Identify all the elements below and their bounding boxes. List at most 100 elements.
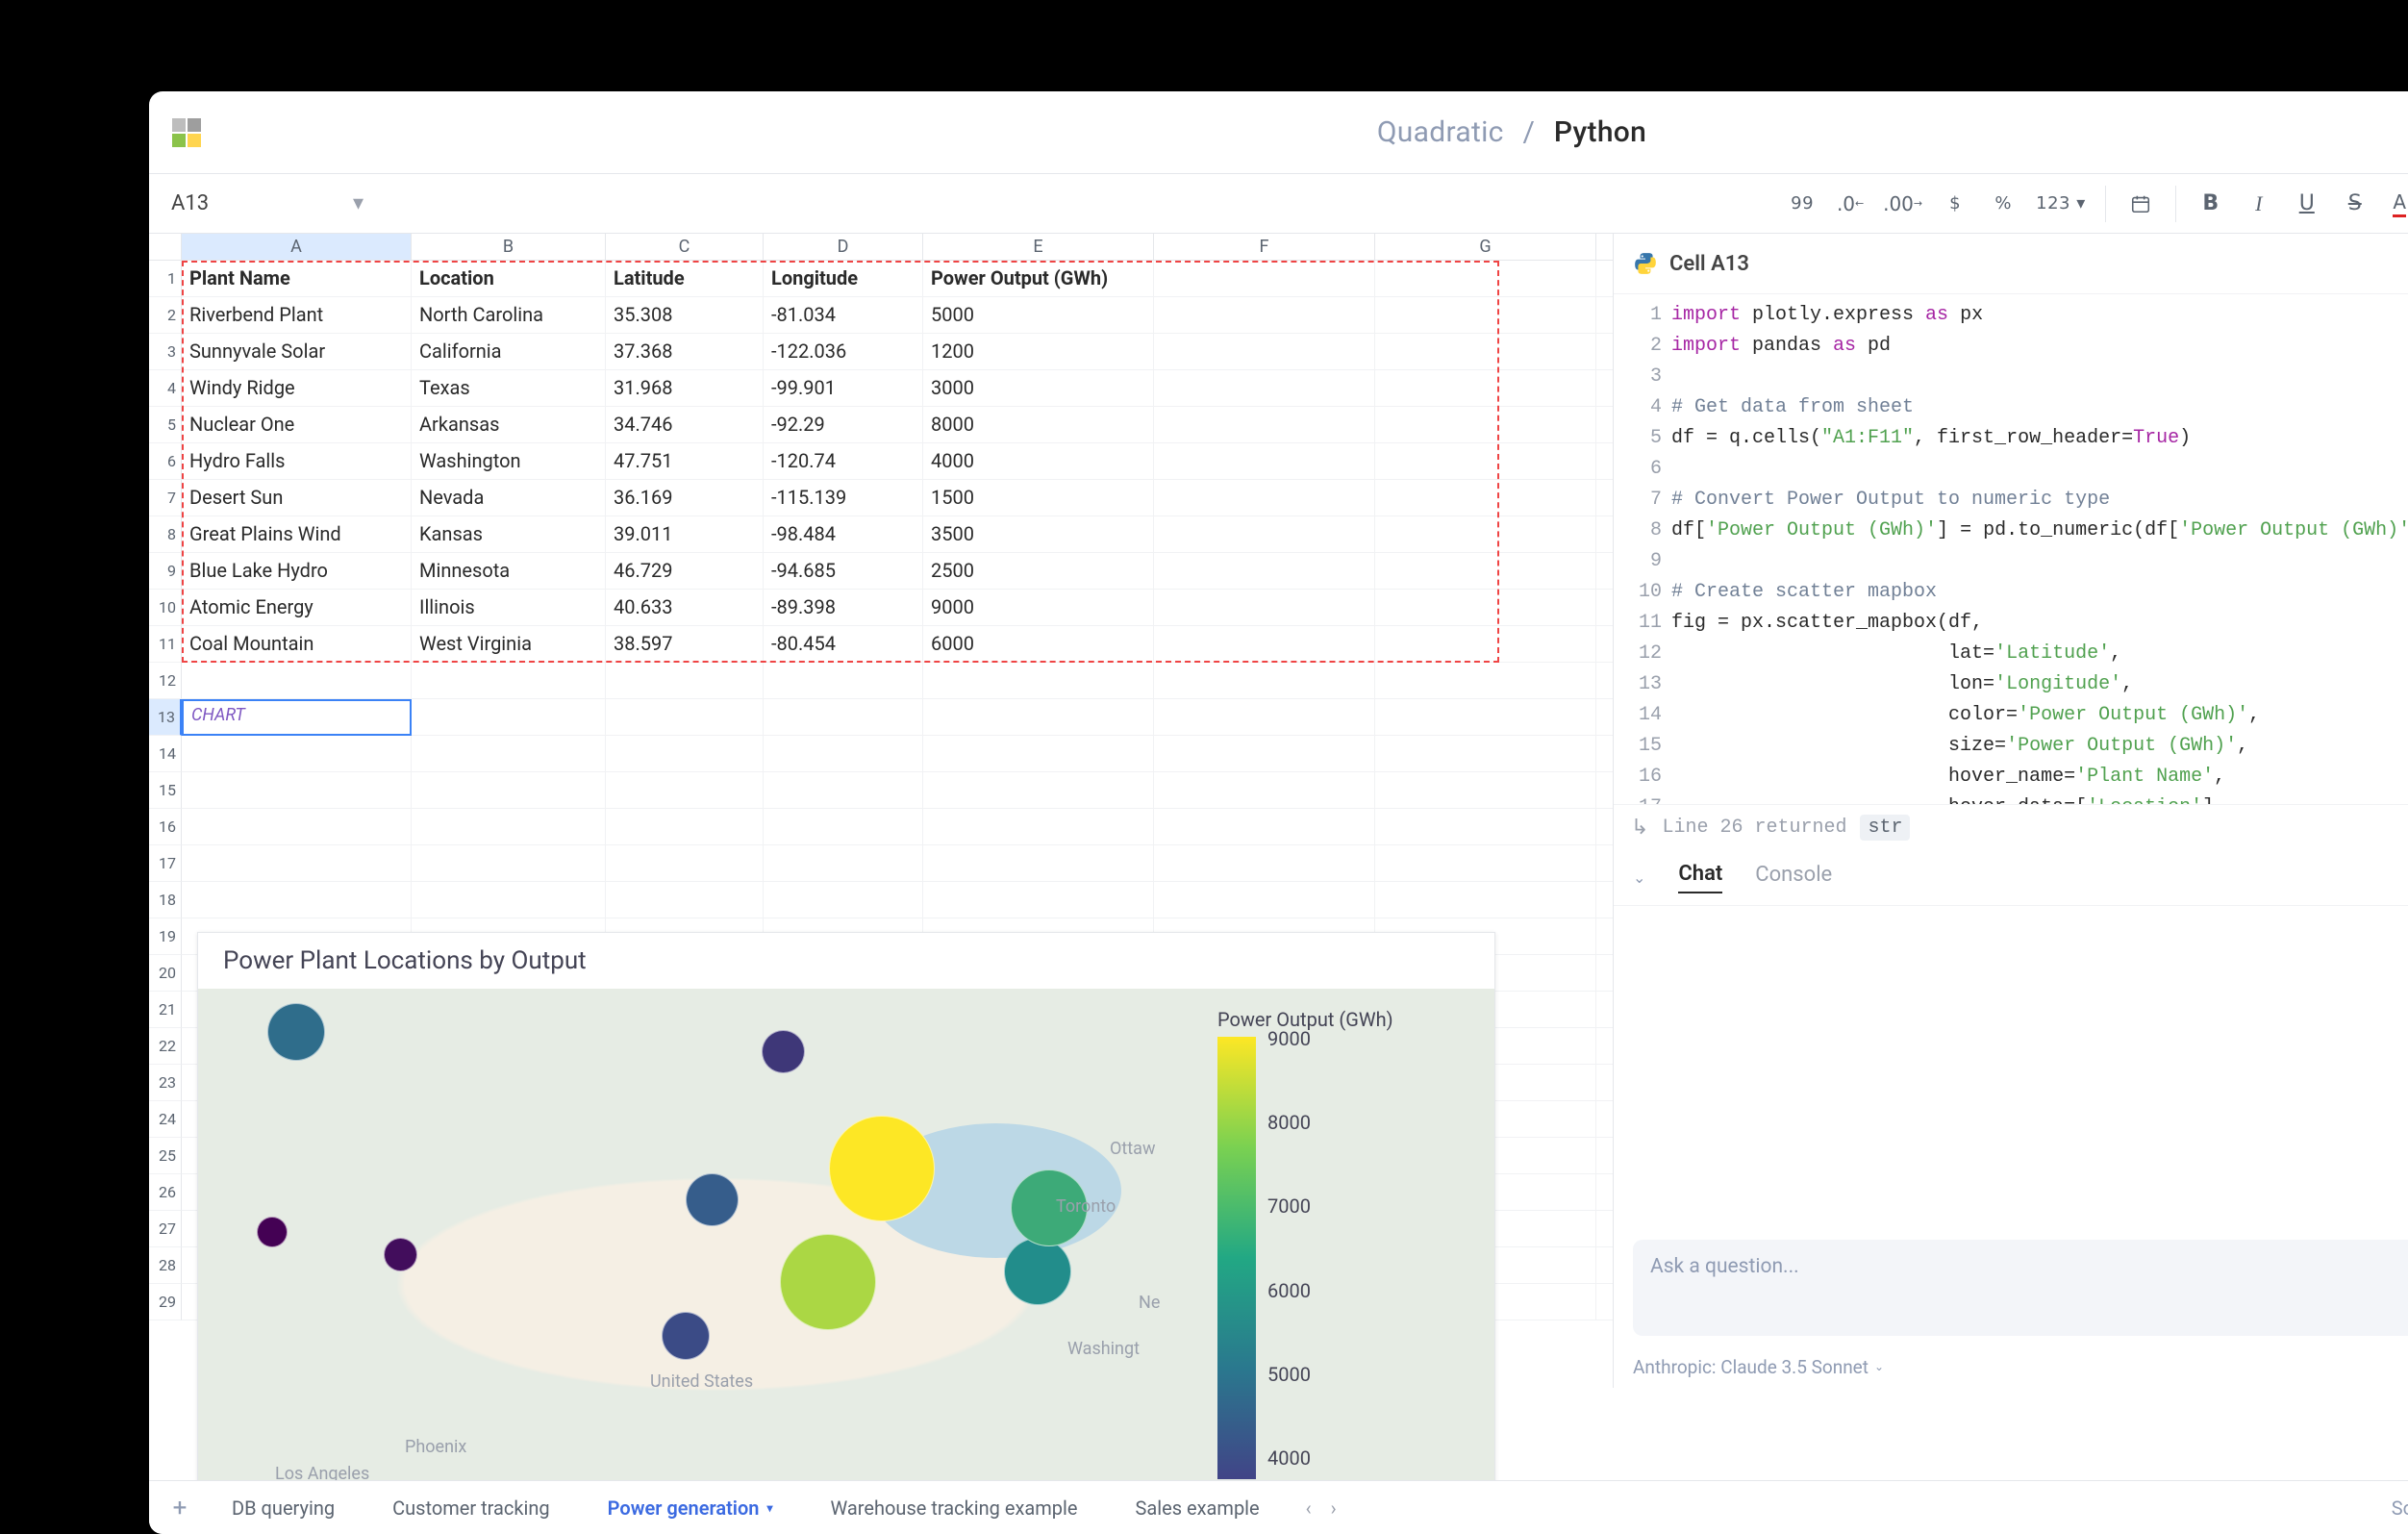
map-bubble[interactable]	[829, 1116, 935, 1221]
row-header[interactable]: 20	[149, 955, 182, 992]
cell[interactable]: 5000	[923, 297, 1154, 333]
cell[interactable]	[764, 845, 923, 881]
row-header[interactable]: 10	[149, 590, 182, 626]
table-row[interactable]	[182, 663, 1613, 699]
code-editor[interactable]: 1234567891011121314151617 import plotly.…	[1614, 294, 2408, 804]
cell[interactable]: -92.29	[764, 407, 923, 442]
chart-output[interactable]: Power Plant Locations by Output OttawTor…	[197, 932, 1495, 1509]
cell[interactable]	[1154, 736, 1375, 771]
cell[interactable]	[1154, 334, 1375, 369]
cell[interactable]: -115.139	[764, 480, 923, 516]
cell[interactable]	[182, 845, 412, 881]
row-header[interactable]: 8	[149, 516, 182, 553]
chat-input[interactable]: Ask a question...	[1633, 1240, 2408, 1336]
scroll-tabs-left[interactable]: ‹	[1306, 1496, 1312, 1520]
italic-button[interactable]: I	[2238, 183, 2280, 225]
cell[interactable]: Arkansas	[412, 407, 606, 442]
scroll-tabs-right[interactable]: ›	[1331, 1496, 1337, 1520]
add-sheet-button[interactable]: +	[157, 1494, 203, 1522]
cell[interactable]: 46.729	[606, 553, 764, 589]
row-header[interactable]: 26	[149, 1174, 182, 1211]
cell[interactable]	[764, 809, 923, 844]
cell[interactable]: 3000	[923, 370, 1154, 406]
quadratic-logo[interactable]	[172, 118, 201, 147]
table-row[interactable]: Hydro FallsWashington47.751-120.744000	[182, 443, 1613, 480]
namebox-dropdown-icon[interactable]: ▾	[353, 191, 364, 215]
cell[interactable]: Kansas	[412, 516, 606, 552]
cell[interactable]	[1375, 845, 1596, 881]
cell[interactable]	[182, 736, 412, 771]
cell[interactable]	[606, 882, 764, 918]
cell[interactable]: Plant Name	[182, 261, 412, 296]
cell[interactable]	[1154, 297, 1375, 333]
cell[interactable]: 47.751	[606, 443, 764, 479]
format-date-button[interactable]	[2120, 183, 2162, 225]
cell[interactable]	[182, 809, 412, 844]
cell[interactable]: Windy Ridge	[182, 370, 412, 406]
cell[interactable]	[606, 663, 764, 698]
cell[interactable]: 36.169	[606, 480, 764, 516]
row-header[interactable]: 9	[149, 553, 182, 590]
row-header[interactable]: 28	[149, 1247, 182, 1284]
cell[interactable]	[606, 809, 764, 844]
table-row[interactable]: Atomic EnergyIllinois40.633-89.3989000	[182, 590, 1613, 626]
cell[interactable]	[923, 736, 1154, 771]
cell[interactable]: 8000	[923, 407, 1154, 442]
cell[interactable]	[182, 882, 412, 918]
cell[interactable]: Power Output (GWh)	[923, 261, 1154, 296]
cell[interactable]	[412, 882, 606, 918]
strikethrough-button[interactable]: S	[2334, 183, 2376, 225]
cell[interactable]: 35.308	[606, 297, 764, 333]
cell[interactable]	[1154, 590, 1375, 625]
cell[interactable]	[1154, 626, 1375, 662]
cell[interactable]	[1154, 845, 1375, 881]
cell[interactable]: Latitude	[606, 261, 764, 296]
row-header[interactable]: 6	[149, 443, 182, 480]
cell[interactable]	[606, 845, 764, 881]
cell[interactable]	[923, 772, 1154, 808]
cell[interactable]	[1154, 663, 1375, 698]
cell[interactable]	[1154, 407, 1375, 442]
cell[interactable]	[1154, 699, 1375, 735]
table-row[interactable]: Windy RidgeTexas31.968-99.9013000	[182, 370, 1613, 407]
cell[interactable]	[923, 663, 1154, 698]
cell[interactable]: -120.74	[764, 443, 923, 479]
cell[interactable]: 37.368	[606, 334, 764, 369]
active-cell[interactable]: CHART	[182, 699, 412, 736]
sheet-tab[interactable]: Customer tracking	[364, 1481, 579, 1534]
row-header[interactable]: 12	[149, 663, 182, 699]
format-fixed-decimals[interactable]: 99	[1781, 183, 1823, 225]
cell[interactable]	[1375, 297, 1596, 333]
cell[interactable]: Hydro Falls	[182, 443, 412, 479]
cell[interactable]	[1154, 443, 1375, 479]
row-header[interactable]: 24	[149, 1101, 182, 1138]
sheet-tab[interactable]: DB querying	[203, 1481, 364, 1534]
cell[interactable]	[1375, 480, 1596, 516]
table-row[interactable]	[182, 882, 1613, 918]
cell[interactable]: West Virginia	[412, 626, 606, 662]
decrease-decimal-button[interactable]: .0←	[1829, 183, 1871, 225]
row-header[interactable]: 21	[149, 992, 182, 1028]
map-bubble[interactable]	[662, 1312, 710, 1360]
row-headers[interactable]: 1234567891011121314151617181920212223242…	[149, 261, 182, 1320]
model-selector[interactable]: Anthropic: Claude 3.5 Sonnet ⌄	[1633, 1356, 1884, 1378]
row-header[interactable]: 17	[149, 845, 182, 882]
row-header[interactable]: 11	[149, 626, 182, 663]
column-header[interactable]: A	[182, 234, 412, 260]
cell[interactable]	[1375, 590, 1596, 625]
cell[interactable]	[764, 736, 923, 771]
cell[interactable]: Washington	[412, 443, 606, 479]
cell[interactable]: Sunnyvale Solar	[182, 334, 412, 369]
cell[interactable]: -81.034	[764, 297, 923, 333]
cell[interactable]	[182, 663, 412, 698]
table-row[interactable]	[182, 736, 1613, 772]
spreadsheet-pane[interactable]: ABCDEFG 12345678910111213141516171819202…	[149, 234, 1613, 1388]
column-header[interactable]: C	[606, 234, 764, 260]
cell[interactable]	[923, 699, 1154, 735]
cell[interactable]: Longitude	[764, 261, 923, 296]
cell[interactable]: -89.398	[764, 590, 923, 625]
cell[interactable]	[1154, 882, 1375, 918]
cell[interactable]: 38.597	[606, 626, 764, 662]
row-header[interactable]: 2	[149, 297, 182, 334]
cell[interactable]: Blue Lake Hydro	[182, 553, 412, 589]
